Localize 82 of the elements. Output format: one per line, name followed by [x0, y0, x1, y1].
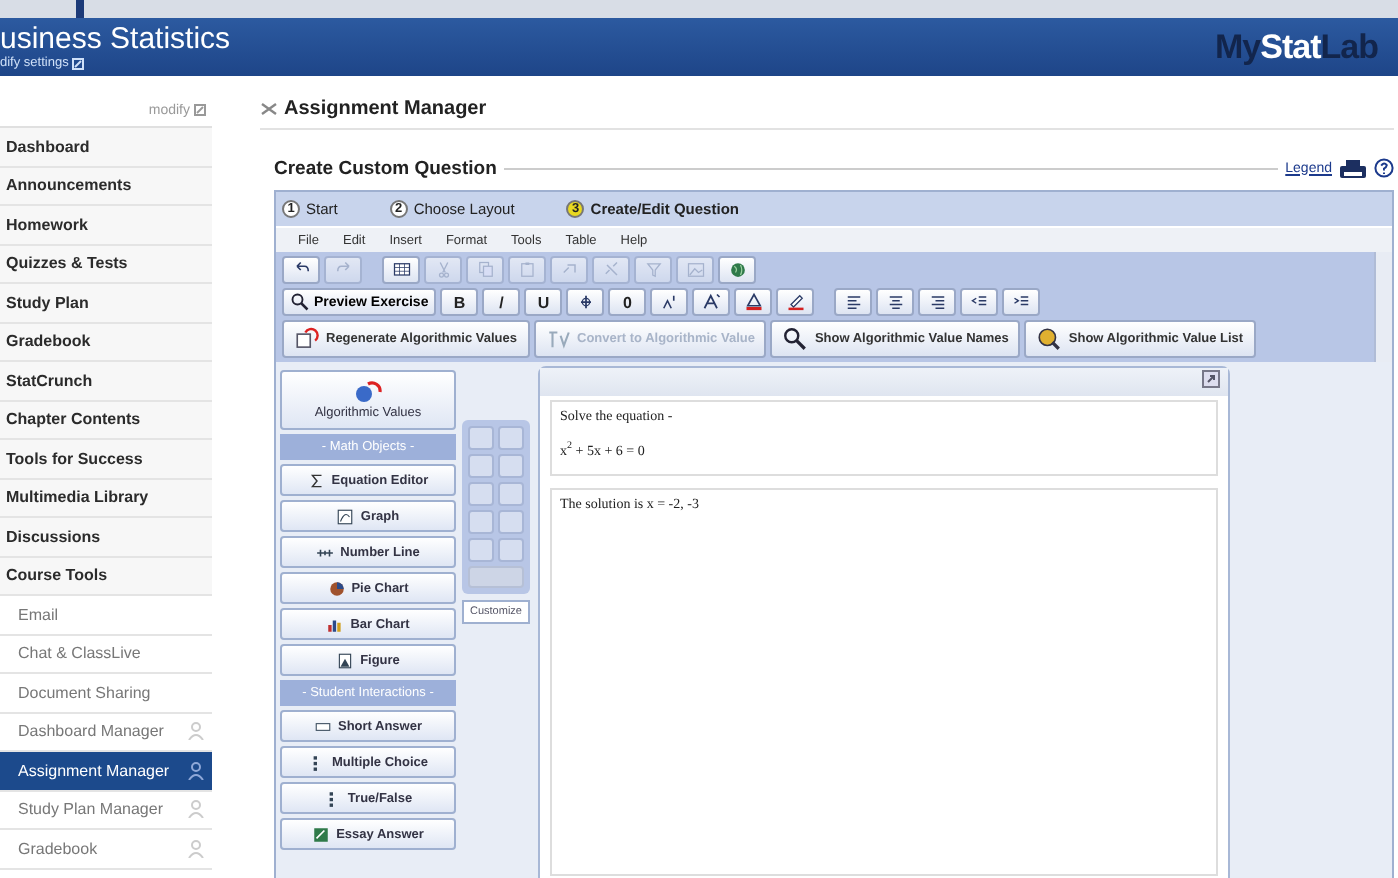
scrollbar[interactable] [1374, 252, 1392, 362]
palette-key[interactable] [498, 510, 524, 534]
highlight-icon [785, 292, 806, 312]
font-color-icon [743, 292, 764, 312]
magnifier-icon [782, 326, 809, 352]
format-button[interactable] [692, 288, 731, 316]
toolbar-button[interactable] [282, 256, 320, 284]
format-button[interactable] [566, 288, 605, 316]
copy-icon [475, 260, 495, 280]
format-button[interactable] [960, 288, 999, 316]
sidebar-item[interactable]: Course Tools [0, 557, 212, 596]
format-button[interactable]: 0 [608, 288, 647, 316]
palette-key[interactable] [498, 454, 524, 478]
section-title: Create Custom Question [274, 157, 497, 179]
filter-icon [643, 260, 663, 280]
sigma-icon [307, 471, 326, 489]
palette-key[interactable] [498, 538, 524, 562]
expand-icon[interactable] [1202, 370, 1220, 388]
edit-icon [194, 104, 206, 116]
printer-icon[interactable] [1340, 159, 1366, 177]
font-size-icon [701, 292, 722, 312]
format-button[interactable] [776, 288, 815, 316]
sidebar-item[interactable]: Dashboard [0, 128, 212, 167]
palette-key[interactable] [468, 426, 494, 450]
palette-key[interactable] [498, 482, 524, 506]
palette-key[interactable] [468, 538, 494, 562]
align-right-icon [927, 292, 948, 312]
magnifier-icon [290, 292, 310, 312]
bars-icon [326, 615, 345, 633]
format-button[interactable] [1002, 288, 1041, 316]
paste-icon [517, 260, 537, 280]
pie-icon [327, 579, 346, 597]
palette-key[interactable] [468, 510, 494, 534]
format-button[interactable] [918, 288, 957, 316]
sidebar-item[interactable]: Chapter Contents [0, 401, 212, 440]
globe-icon [727, 260, 747, 280]
palette-key[interactable] [468, 482, 494, 506]
palette-key[interactable] [498, 426, 524, 450]
sidebar-item[interactable]: Quizzes & Tests [0, 245, 212, 284]
table-icon [391, 260, 411, 280]
format-button[interactable] [876, 288, 915, 316]
sidebar-item[interactable]: Announcements [0, 167, 212, 206]
sidebar-item[interactable]: Study Plan [0, 284, 212, 323]
course-title: usiness Statistics [0, 24, 231, 56]
format-button[interactable] [650, 288, 689, 316]
format-button[interactable]: U [524, 288, 563, 316]
sidebar-item[interactable]: Homework [0, 206, 212, 245]
cut-icon [433, 260, 453, 280]
page-title: Assignment Manager [284, 97, 487, 119]
sidebar-item[interactable]: Chat & ClassLive [0, 635, 212, 674]
sidebar-item[interactable]: Tools for Success [0, 440, 212, 479]
unlink-icon [601, 260, 621, 280]
regenerate-icon [294, 326, 320, 352]
strike-icon [575, 292, 596, 312]
sidebar-item[interactable]: Study Plan Manager [0, 791, 212, 830]
sidebar-item[interactable]: Assignment Manager [0, 752, 212, 791]
sidebar-item[interactable]: Multimedia Library [0, 479, 212, 518]
align-left-icon [843, 292, 864, 312]
format-button[interactable]: / [482, 288, 521, 316]
sidebar-item[interactable]: Discussions [0, 518, 212, 557]
scissors-icon [260, 101, 278, 115]
edit-icon [72, 57, 85, 69]
swirl-icon [352, 380, 384, 404]
help-icon[interactable] [1374, 158, 1394, 178]
sidebar-item[interactable]: Dashboard Manager [0, 713, 212, 752]
palette-key[interactable] [468, 454, 494, 478]
essay-icon [312, 825, 331, 843]
sidebar-item[interactable]: StatCrunch [0, 362, 212, 401]
toolbar-button[interactable] [718, 256, 756, 284]
sidebar-item[interactable]: Gradebook [0, 323, 212, 362]
figure-icon [336, 651, 355, 669]
palette-button[interactable] [468, 566, 524, 588]
convert-icon [545, 326, 571, 352]
toolbar-button[interactable] [382, 256, 420, 284]
format-button[interactable] [734, 288, 773, 316]
graph-icon [336, 507, 355, 525]
format-button[interactable]: B [440, 288, 479, 316]
logo: MyStatLab [1215, 27, 1378, 67]
align-center-icon [885, 292, 906, 312]
format-button[interactable] [834, 288, 873, 316]
image-icon [685, 260, 705, 280]
superscript-icon [659, 292, 680, 312]
